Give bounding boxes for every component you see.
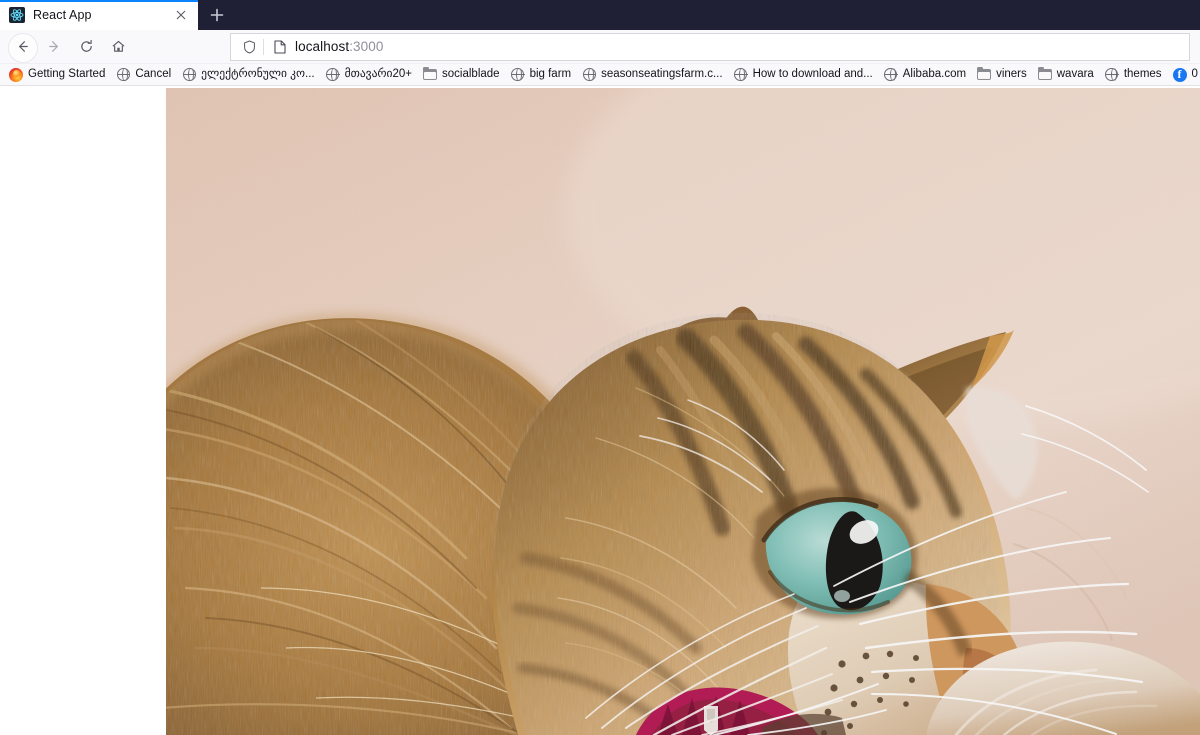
bookmark-label: viners: [996, 67, 1027, 80]
bookmark-label: themes: [1123, 67, 1162, 80]
address-bar-text[interactable]: localhost:3000: [295, 39, 383, 54]
bookmark-label: ელექტრონული კო...: [201, 67, 315, 80]
folder-icon: [423, 66, 438, 82]
bookmark-label: seasonseatingsfarm.c...: [601, 67, 723, 80]
cat-photo-graphic: [166, 88, 1200, 735]
globe-icon: [182, 68, 197, 82]
firefox-icon: [9, 67, 23, 82]
bookmark-big-farm[interactable]: big farm: [506, 65, 578, 85]
folder-icon: [977, 66, 992, 82]
forward-button[interactable]: [38, 32, 70, 62]
bookmark-mtavari20[interactable]: მთავარი20+: [321, 65, 418, 85]
bookmark-label: მთავარი20+: [344, 67, 413, 80]
bookmark-electronic-ko[interactable]: ელექტრონული კო...: [177, 65, 320, 85]
bookmark-cancel[interactable]: Cancel: [111, 65, 177, 85]
bookmark-label: big farm: [529, 67, 572, 80]
globe-icon: [1105, 68, 1119, 82]
bookmark-label: wavara: [1056, 67, 1094, 80]
globe-icon: [734, 68, 748, 82]
bookmark-label: Getting Started: [28, 67, 106, 80]
globe-icon: [582, 68, 597, 82]
facebook-icon: [1172, 66, 1187, 82]
tab-strip-empty-area: [234, 0, 1200, 30]
address-bar[interactable]: localhost:3000: [230, 32, 1190, 61]
bookmark-alibaba[interactable]: Alibaba.com: [879, 65, 972, 85]
bookmark-label: 0 Message: [1191, 67, 1200, 80]
bookmark-folder-wavara[interactable]: wavara: [1033, 65, 1100, 85]
bookmark-how-to-download[interactable]: How to download and...: [729, 65, 879, 85]
bookmark-themes[interactable]: themes: [1100, 65, 1168, 85]
bookmark-label: How to download and...: [752, 67, 873, 80]
address-host: localhost: [295, 39, 350, 54]
bookmark-facebook-messages[interactable]: 0 Message: [1168, 65, 1200, 85]
react-logo-icon: [9, 7, 25, 23]
reload-button[interactable]: [70, 32, 102, 62]
bookmarks-bar: Getting Started Cancel ელექტრონული კო...…: [0, 64, 1200, 86]
tab-strip: React App: [0, 0, 1200, 30]
address-port: :3000: [349, 39, 384, 54]
globe-icon: [116, 68, 131, 82]
bookmark-seasonseatingsfarm[interactable]: seasonseatingsfarm.c...: [577, 65, 728, 85]
tab-react-app[interactable]: React App: [0, 0, 198, 30]
bookmark-label: Alibaba.com: [902, 67, 967, 80]
globe-icon: [511, 68, 525, 82]
page-content: [0, 88, 1200, 735]
navigation-toolbar: localhost:3000: [0, 30, 1200, 64]
close-icon[interactable]: [172, 6, 190, 24]
new-tab-button[interactable]: [200, 0, 234, 30]
shield-icon[interactable]: [239, 39, 259, 54]
cat-photo: [166, 88, 1200, 735]
globe-icon: [326, 68, 340, 82]
bookmark-folder-socialblade[interactable]: socialblade: [418, 65, 506, 85]
bookmark-label: Cancel: [135, 67, 172, 80]
bookmark-folder-viners[interactable]: viners: [972, 65, 1033, 85]
tab-title: React App: [33, 8, 92, 22]
bookmark-label: socialblade: [442, 67, 500, 80]
globe-icon: [884, 68, 898, 82]
page-icon[interactable]: [271, 39, 289, 54]
back-button[interactable]: [6, 32, 38, 63]
home-button[interactable]: [102, 32, 134, 62]
bookmark-getting-started[interactable]: Getting Started: [4, 65, 111, 85]
folder-icon: [1037, 66, 1052, 82]
address-bar-divider: [263, 38, 264, 55]
